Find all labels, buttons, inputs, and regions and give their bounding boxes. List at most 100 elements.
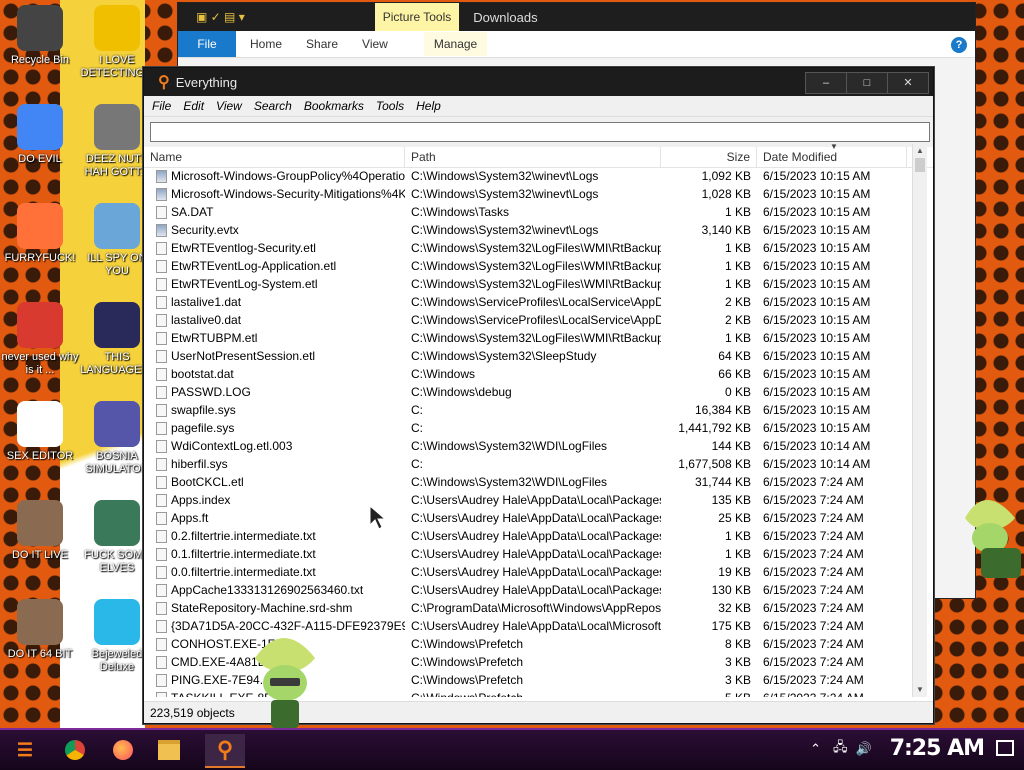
table-row[interactable]: pagefile.sys C: 1,441,792 KB 6/15/2023 10:1… [144, 419, 912, 437]
desktop-icon[interactable]: never used why is it ... [0, 302, 80, 377]
ribbon-tab-share[interactable]: Share [306, 37, 338, 51]
file-name: lastalive1.dat [171, 295, 242, 309]
table-row[interactable]: UserNotPresentSession.etl C:\Windows\Syst… [144, 347, 912, 365]
table-row[interactable]: PASSWD.LOG C:\Windows\debug 0 KB 6/15/2023 … [144, 383, 912, 401]
quick-access-icon[interactable]: ▣ ✓ ▤ ▾ [196, 10, 245, 24]
firefox-icon[interactable] [106, 734, 140, 766]
table-row[interactable]: 0.0.filtertrie.intermediate.txt C:\Users\… [144, 563, 912, 581]
table-row[interactable]: swapfile.sys C: 16,384 KB 6/15/2023 10:15 A… [144, 401, 912, 419]
table-row[interactable]: BootCKCL.etl C:\Windows\System32\WDI\LogF… [144, 473, 912, 491]
cell-date: 6/15/2023 10:15 AM [763, 277, 871, 291]
table-row[interactable]: SA.DAT C:\Windows\Tasks 1 KB 6/15/2023 10:1… [144, 203, 912, 221]
file-icon [156, 511, 167, 525]
everything-titlebar[interactable]: ⚲ Everything – □ ✕ [144, 68, 933, 96]
table-row[interactable]: EtwRTUBPM.etl C:\Windows\System32\LogFile… [144, 329, 912, 347]
cell-path: C:\Windows\System32\SleepStudy [411, 349, 597, 363]
column-size[interactable]: Size [661, 147, 757, 167]
start-button-icon[interactable]: ☰ [8, 734, 42, 766]
taskbar: ☰ ⚲ ⌃ 🖧 🔊 7:25 AM [0, 728, 1024, 770]
file-icon [156, 655, 167, 669]
system-file-icon [156, 403, 167, 417]
chevron-up-icon[interactable]: ⌃ [810, 741, 821, 757]
picture-tools-tab[interactable]: Picture Tools [374, 3, 460, 31]
file-name: Microsoft-Windows-Security-Mitigations%4… [171, 187, 405, 201]
table-row[interactable]: hiberfil.sys C: 1,677,508 KB 6/15/2023 10:1… [144, 455, 912, 473]
everything-window[interactable]: ⚲ Everything – □ ✕ File Edit View Search… [143, 67, 934, 724]
ribbon-tab-file[interactable]: File [178, 31, 236, 57]
cell-path: C:\Windows\System32\LogFiles\WMI\RtBacku… [411, 241, 661, 255]
file-name: WdiContextLog.etl.003 [171, 439, 293, 453]
minimize-button[interactable]: – [805, 72, 847, 94]
desktop-icon[interactable]: FURRYFUCK! [0, 203, 80, 265]
table-row[interactable]: EtwRTEventLog-System.etl C:\Windows\Syste… [144, 275, 912, 293]
file-icon [156, 439, 167, 453]
network-icon[interactable]: 🖧 [833, 738, 848, 760]
desktop-icon[interactable]: DO EVIL [0, 104, 80, 166]
file-icon [156, 529, 167, 543]
cell-date: 6/15/2023 7:24 AM [763, 493, 864, 507]
table-row[interactable]: EtwRTEventlog-Security.etl C:\Windows\Sys… [144, 239, 912, 257]
cell-size: 3 KB [724, 673, 751, 687]
column-path[interactable]: Path [405, 147, 661, 167]
everything-search-icon[interactable]: ⚲ [205, 734, 245, 768]
firefox-icon [17, 203, 63, 249]
cell-size: 66 KB [718, 367, 751, 381]
desktop-icon[interactable]: Recycle Bin [0, 5, 80, 67]
file-name: EtwRTEventLog-System.etl [171, 277, 318, 291]
close-button[interactable]: ✕ [887, 72, 929, 94]
menu-bar: File Edit View Search Bookmarks Tools He… [144, 96, 933, 117]
table-row[interactable]: StateRepository-Machine.srd-shm C:\Progra… [144, 599, 912, 617]
cell-name: EtwRTEventLog-System.etl [144, 277, 405, 291]
notification-icon[interactable] [996, 740, 1014, 756]
table-row[interactable]: lastalive0.dat C:\Windows\ServiceProfiles… [144, 311, 912, 329]
clock[interactable]: 7:25 AM [890, 736, 985, 761]
desktop-icon[interactable]: SEX EDITOR [0, 401, 80, 463]
vertical-scrollbar[interactable]: ▲ ▼ [912, 144, 927, 697]
ribbon-tab-home[interactable]: Home [250, 37, 282, 51]
menu-edit[interactable]: Edit [183, 99, 204, 113]
table-row[interactable]: 0.2.filtertrie.intermediate.txt C:\Users\… [144, 527, 912, 545]
menu-bookmarks[interactable]: Bookmarks [304, 99, 364, 113]
explorer-titlebar[interactable]: ▣ ✓ ▤ ▾ Picture Tools Downloads [178, 3, 975, 31]
menu-help[interactable]: Help [416, 99, 441, 113]
table-row[interactable]: bootstat.dat C:\Windows 66 KB 6/15/2023 10:… [144, 365, 912, 383]
recycle-bin-icon [17, 5, 63, 51]
table-row[interactable]: Security.evtx C:\Windows\System32\winevt\… [144, 221, 912, 239]
ribbon-tab-manage[interactable]: Manage [423, 32, 488, 56]
table-row[interactable]: WdiContextLog.etl.003 C:\Windows\System32… [144, 437, 912, 455]
volume-icon[interactable]: 🔊 [856, 741, 872, 757]
peridot-character-right-icon [965, 500, 1021, 578]
table-row[interactable]: lastalive1.dat C:\Windows\ServiceProfiles… [144, 293, 912, 311]
menu-tools[interactable]: Tools [376, 99, 404, 113]
table-row[interactable]: Apps.ft C:\Users\Audrey Hale\AppData\Loca… [144, 509, 912, 527]
file-icon [156, 475, 167, 489]
cell-size: 32 KB [718, 601, 751, 615]
table-row[interactable]: 0.1.filtertrie.intermediate.txt C:\Users\… [144, 545, 912, 563]
cell-path: C:\Windows\ServiceProfiles\LocalService\… [411, 313, 661, 327]
scroll-up-icon[interactable]: ▲ [913, 144, 927, 158]
file-explorer-icon[interactable] [152, 734, 186, 766]
desktop-icon[interactable]: DO IT LIVE [0, 500, 80, 562]
scrollbar-thumb[interactable] [915, 158, 925, 172]
chrome-icon[interactable] [58, 734, 92, 766]
file-icon [156, 493, 167, 507]
maximize-button[interactable]: □ [846, 72, 888, 94]
file-name: hiberfil.sys [171, 457, 228, 471]
table-row[interactable]: EtwRTEventLog-Application.etl C:\Windows\… [144, 257, 912, 275]
scroll-down-icon[interactable]: ▼ [913, 683, 927, 697]
table-row[interactable]: AppCache133313126902563460.txt C:\Users\A… [144, 581, 912, 599]
cell-date: 6/15/2023 10:15 AM [763, 241, 871, 255]
desktop-icon[interactable]: DO IT 64 BIT [0, 599, 80, 661]
menu-search[interactable]: Search [254, 99, 292, 113]
table-row[interactable]: Apps.index C:\Users\Audrey Hale\AppData\L… [144, 491, 912, 509]
column-name[interactable]: Name [144, 147, 405, 167]
menu-file[interactable]: File [152, 99, 171, 113]
search-input[interactable] [150, 122, 930, 142]
cell-size: 16,384 KB [694, 403, 751, 417]
menu-view[interactable]: View [216, 99, 242, 113]
table-row[interactable]: Microsoft-Windows-Security-Mitigations%4… [144, 185, 912, 203]
cell-date: 6/15/2023 7:24 AM [763, 475, 864, 489]
help-icon[interactable]: ? [951, 37, 967, 53]
ribbon-tab-view[interactable]: View [362, 37, 388, 51]
table-row[interactable]: Microsoft-Windows-GroupPolicy%4Operation… [144, 167, 912, 185]
